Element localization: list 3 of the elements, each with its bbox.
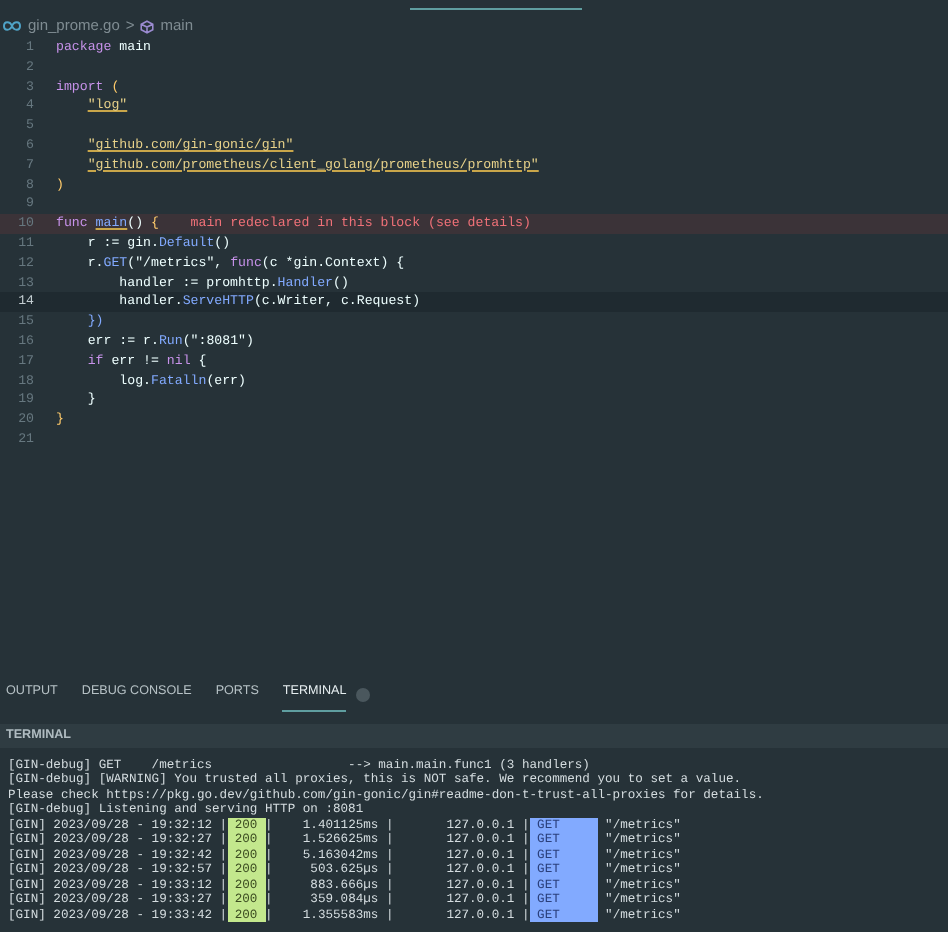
go-file-icon — [2, 20, 22, 32]
cube-icon — [140, 20, 155, 34]
terminal-count-badge — [356, 687, 371, 701]
